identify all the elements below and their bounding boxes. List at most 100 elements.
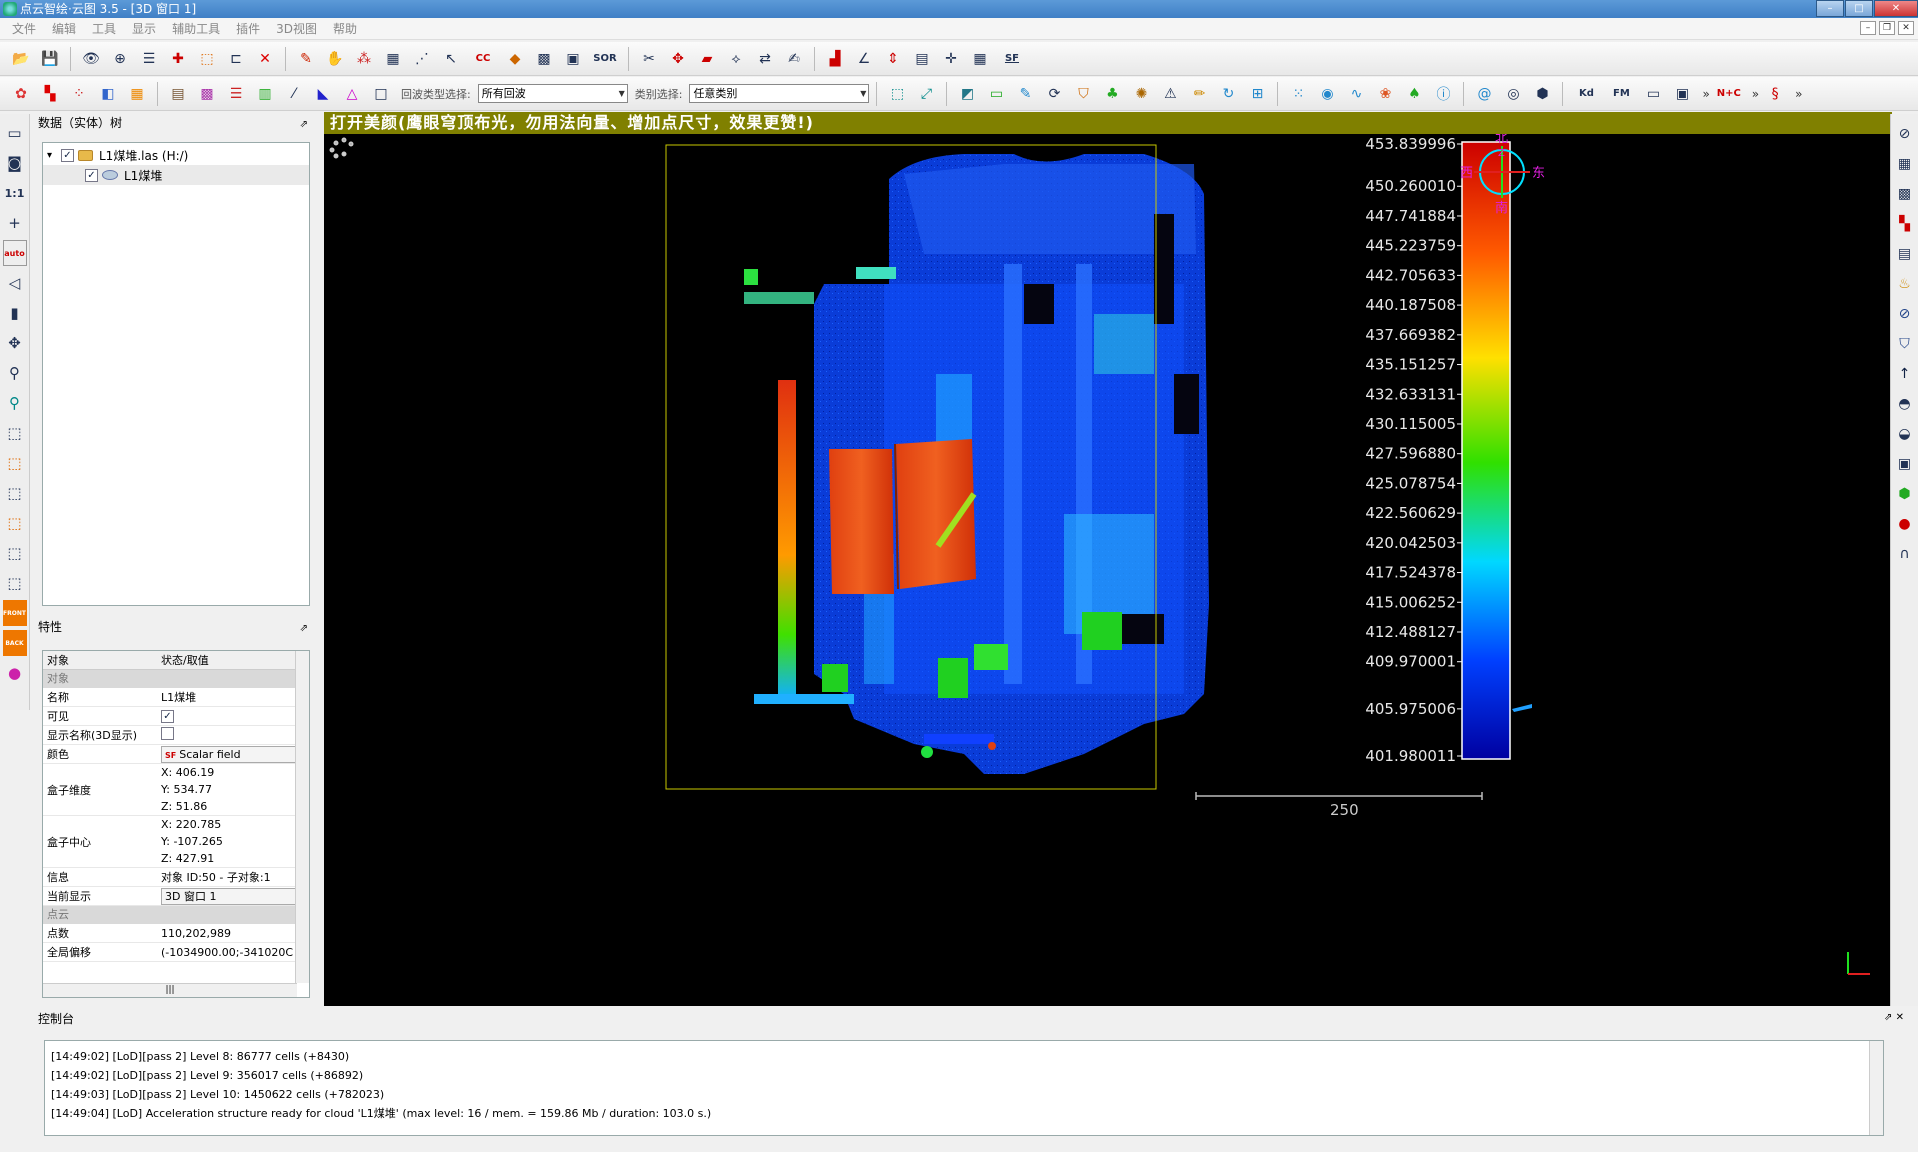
curve-icon[interactable]: ∠ [851, 46, 877, 72]
toolbar-overflow-2[interactable]: » [1752, 87, 1759, 101]
flower-icon[interactable]: ❀ [1372, 81, 1398, 107]
zoom-fit-icon[interactable]: ⤢ [913, 81, 939, 107]
segment-icon[interactable]: ✎ [293, 46, 319, 72]
square-icon[interactable]: □ [368, 81, 394, 107]
cube-front-icon[interactable]: ⬚ [3, 450, 27, 476]
save-icon[interactable]: 💾 [37, 46, 63, 72]
scale-1-1-icon[interactable]: 1:1 [3, 180, 27, 206]
pencil-box-icon[interactable]: ✎ [1012, 81, 1038, 107]
add-icon[interactable]: ✛ [938, 46, 964, 72]
spectrum-icon[interactable]: ▥ [252, 81, 278, 107]
maximize-button[interactable]: □ [1845, 0, 1873, 17]
compass-tool-icon[interactable]: ⊘ [1894, 302, 1916, 326]
cube-top-icon[interactable]: ⬚ [3, 420, 27, 446]
stereo-icon[interactable]: ● [3, 660, 27, 686]
current-display-select[interactable]: 3D 窗口 1 [161, 887, 297, 905]
align-icon[interactable]: ⇄ [752, 46, 778, 72]
ring-icon[interactable]: ◎ [1500, 81, 1526, 107]
sphere-icon[interactable]: ⬢ [1894, 482, 1916, 506]
slope-icon[interactable]: ◩ [954, 81, 980, 107]
console-scrollbar[interactable] [1869, 1041, 1883, 1135]
pan-icon[interactable]: ✥ [3, 330, 27, 356]
hpr-icon[interactable]: ◓ [1894, 392, 1916, 416]
grid-icon[interactable]: ▦ [380, 46, 406, 72]
toolbar-overflow-1[interactable]: » [1702, 87, 1709, 101]
console-close-icon[interactable]: ✕ [1896, 1012, 1904, 1023]
palette-icon[interactable]: ◧ [95, 81, 121, 107]
translate-icon[interactable]: ✥ [665, 46, 691, 72]
print-icon[interactable]: ▭ [1640, 81, 1666, 107]
pcv-icon[interactable]: ▣ [1894, 452, 1916, 476]
dock-icon[interactable]: ⇗ [300, 116, 308, 134]
edl-icon[interactable]: ▦ [1894, 152, 1916, 176]
dots-icon[interactable]: ⁘ [66, 81, 92, 107]
transform-icon[interactable]: ⬚ [194, 46, 220, 72]
histogram-icon[interactable]: ▟ [822, 46, 848, 72]
menu-display[interactable]: 显示 [124, 20, 164, 37]
swirl-icon[interactable]: @ [1471, 81, 1497, 107]
refresh-icon[interactable]: ⟳ [1041, 81, 1067, 107]
sensor-icon[interactable]: ⊕ [107, 46, 133, 72]
clapper-icon[interactable]: ▤ [1894, 242, 1916, 266]
brush-icon[interactable]: ⁄ [281, 81, 307, 107]
tree-icon[interactable]: ♣ [1099, 81, 1125, 107]
ssao-icon[interactable]: ▩ [1894, 182, 1916, 206]
open-file-icon[interactable]: 📂 [8, 46, 34, 72]
rgb-dots-icon[interactable]: ● [1894, 512, 1916, 536]
mesh-icon[interactable]: ◆ [502, 46, 528, 72]
front-view-icon[interactable]: FRONT [2, 600, 27, 626]
plants-icon[interactable]: ♠ [1401, 81, 1427, 107]
cc-icon[interactable]: CC [467, 46, 499, 72]
triangle-icon[interactable]: △ [339, 81, 365, 107]
coal-pile-right[interactable] [896, 439, 976, 589]
menu-3d-view[interactable]: 3D视图 [268, 20, 325, 37]
tiles-icon[interactable]: ▦ [124, 81, 150, 107]
grid4-icon[interactable]: ⊞ [1244, 81, 1270, 107]
arch-icon[interactable]: ∩ [1894, 542, 1916, 566]
mdi-restore-button[interactable]: ❐ [1879, 21, 1895, 35]
class-select[interactable]: 任意类别 [689, 84, 870, 103]
conveyor-beam[interactable] [778, 380, 796, 698]
close-window-button[interactable]: ✕ [1874, 0, 1918, 17]
color-source-select[interactable]: SF Scalar field [161, 745, 297, 763]
shield-tool-icon[interactable]: ⛉ [1894, 332, 1916, 356]
image-icon[interactable]: ▣ [560, 46, 586, 72]
cube-iso-icon[interactable]: ⬚ [3, 570, 27, 596]
noise-icon[interactable]: ▩ [194, 81, 220, 107]
sf-icon[interactable]: SF [996, 46, 1028, 72]
mdi-close-button[interactable]: ✕ [1898, 21, 1914, 35]
cube-bottom-icon[interactable]: ⬚ [3, 540, 27, 566]
no-entry-icon[interactable]: ⊘ [1894, 122, 1916, 146]
normal-compute-icon[interactable]: N+C [1713, 81, 1745, 107]
pen-icon[interactable]: ✏ [1186, 81, 1212, 107]
merge-icon[interactable]: ⊏ [223, 46, 249, 72]
perspective-icon[interactable]: ◁ [3, 270, 27, 296]
menu-aux-tools[interactable]: 辅助工具 [164, 20, 228, 37]
3d-view[interactable]: 250 453.839996 450.260010 447.741884 445.22… [324, 134, 1892, 1006]
visibility-icon[interactable]: 👁 [78, 46, 104, 72]
edit-icon[interactable]: ✍ [781, 46, 807, 72]
shield-icon[interactable]: ⛉ [1070, 81, 1096, 107]
checker-icon[interactable]: ▩ [531, 46, 557, 72]
zoom-fit-view-icon[interactable]: ⚲ [3, 390, 27, 416]
menu-tools[interactable]: 工具 [84, 20, 124, 37]
stone-icon[interactable]: ⬢ [1529, 81, 1555, 107]
scatter-icon[interactable]: ⋰ [409, 46, 435, 72]
menu-edit[interactable]: 编辑 [44, 20, 84, 37]
tree-item-cloud[interactable]: ✓ L1煤堆 [43, 165, 309, 185]
echo-type-select[interactable]: 所有回波 [477, 84, 628, 103]
subsample-icon[interactable]: ⁂ [351, 46, 377, 72]
3d-view-canvas[interactable]: 250 453.839996 450.260010 447.741884 445.22… [324, 134, 1892, 1006]
hand-icon[interactable]: ✋ [322, 46, 348, 72]
back-view-icon[interactable]: BACK [2, 630, 27, 656]
toolbar-overflow-3[interactable]: » [1795, 87, 1802, 101]
cross-section-icon[interactable]: ⟡ [723, 46, 749, 72]
delete-icon[interactable]: ✕ [252, 46, 278, 72]
expander-icon[interactable]: ▾ [47, 150, 61, 161]
point-cloud[interactable] [744, 154, 1209, 774]
menu-help[interactable]: 帮助 [325, 20, 365, 37]
auto-pivot-icon[interactable]: auto [2, 240, 27, 266]
screen-icon[interactable]: ▭ [3, 120, 27, 146]
particles-icon[interactable]: ⁙ [1285, 81, 1311, 107]
zoom-icon[interactable]: ⚲ [3, 360, 27, 386]
